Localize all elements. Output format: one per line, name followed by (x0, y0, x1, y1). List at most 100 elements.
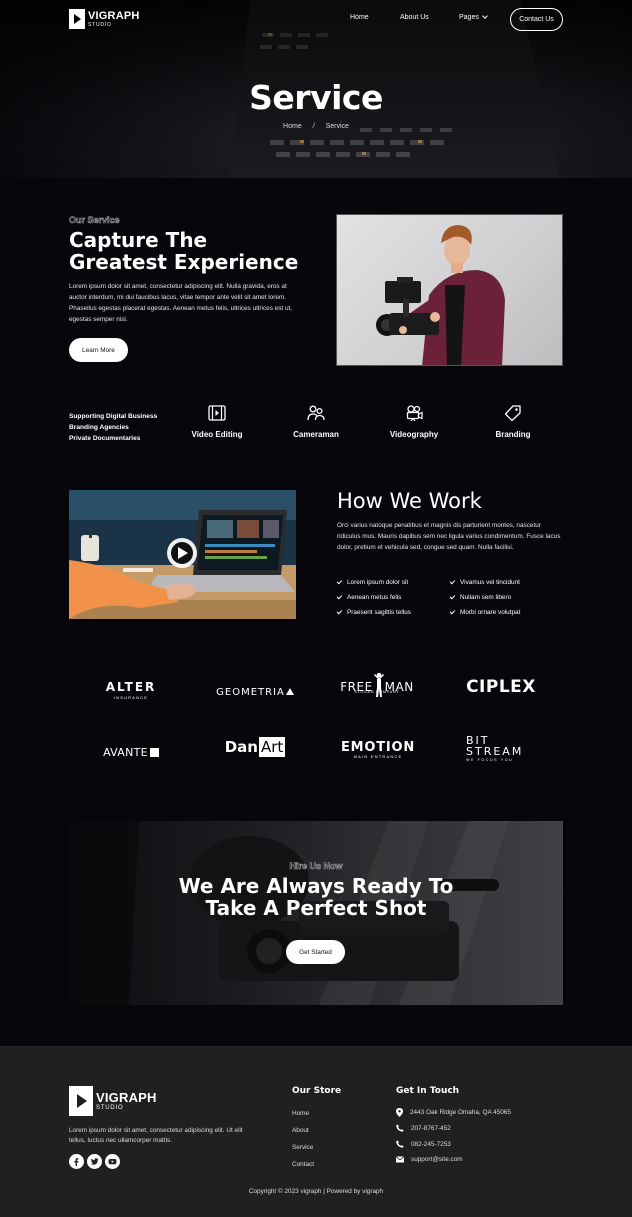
service-label: Branding (495, 430, 531, 439)
footer-description: Lorem ipsum dolor sit amet, consectetur … (69, 1127, 243, 1144)
cta-title-line1: We Are Always Ready To (178, 874, 454, 898)
service-video-editing[interactable]: Video Editing (177, 405, 257, 439)
youtube-icon[interactable] (105, 1154, 120, 1169)
client-logo-bitstream: BIT STREAM WE FOCUS YOU (466, 735, 538, 762)
film-play-icon (69, 1086, 93, 1116)
page-title: Service (249, 78, 383, 117)
service-label: Cameraman (293, 430, 339, 439)
checklist-item: Vivamus vel tincidunt (449, 578, 520, 586)
figure-icon (373, 672, 384, 697)
section-title: Capture The Greatest Experience (69, 229, 319, 273)
tag-icon (504, 405, 521, 421)
copyright-text: Copyright © 2023 vigraph | Powered by vi… (248, 1188, 384, 1195)
checklist-label: Praesent sagittis tellus (347, 609, 411, 616)
footer-link-about[interactable]: About (292, 1127, 309, 1134)
service-list-item: Private Documentaries (69, 435, 141, 442)
service-videography[interactable]: Videography (374, 405, 454, 439)
client-logo-ciplex: CIPLEX (462, 677, 540, 697)
video-camera-icon (406, 405, 423, 421)
client-logo-emotion: EMOTION MAIN ENTRANCE (334, 740, 422, 759)
site-footer: VIGRAPH STUDIO Lorem ipsum dolor sit ame… (0, 1046, 632, 1217)
service-list: Supporting Digital Business Branding Age… (69, 411, 157, 444)
check-icon (449, 608, 456, 615)
service-label: Videography (389, 430, 439, 439)
nav-pages[interactable]: Pages (459, 13, 488, 21)
facebook-icon[interactable] (69, 1154, 84, 1169)
client-logo-danart: Dan Art (222, 737, 288, 757)
brand-logo[interactable]: VIGRAPH STUDIO (69, 9, 140, 29)
phone-text: 082-245-7253 (411, 1140, 451, 1148)
client-sub: WE FOCUS YOU (466, 758, 514, 762)
film-play-icon (69, 9, 85, 29)
cameraman-photo (336, 214, 563, 366)
service-branding[interactable]: Branding (473, 405, 553, 439)
mobile-phone-icon (396, 1140, 404, 1148)
cta-title: We Are Always Ready To Take A Perfect Sh… (69, 875, 563, 919)
brand-name: VIGRAPH (96, 1090, 157, 1105)
editing-video-photo (69, 490, 296, 619)
client-logo-geometria: GEOMETRIA (212, 682, 298, 700)
service-label: Video Editing (191, 430, 243, 439)
about-paragraph: Lorem ipsum dolor sit amet, consectetur … (69, 283, 293, 323)
address-text: 2443 Oak Ridge Omaha, QA 45065 (410, 1109, 511, 1116)
client-name: ALTER (105, 680, 157, 694)
client-name: CIPLEX (466, 677, 536, 697)
service-list-item: Supporting Digital Business (69, 413, 158, 420)
contact-us-button[interactable]: Contact Us (510, 8, 563, 31)
contact-phone-2[interactable]: 082-245-7253 (396, 1140, 451, 1148)
client-name-left: Dan (224, 738, 258, 756)
footer-link-home[interactable]: Home (292, 1110, 309, 1117)
chevron-down-icon (482, 13, 488, 19)
client-logo-avante: AVANTE (92, 743, 170, 761)
service-cameraman[interactable]: Cameraman (276, 405, 356, 439)
footer-brand-logo[interactable]: VIGRAPH STUDIO (69, 1086, 157, 1116)
brand-tagline: STUDIO (88, 21, 112, 28)
checklist-label: Lorem ipsum dolor sit (347, 579, 409, 586)
triangle-icon (285, 688, 294, 695)
section-eyebrow: Our Service (69, 215, 120, 226)
check-icon (336, 578, 343, 585)
checklist-label: Morbi ornare volutpat (460, 609, 521, 616)
checklist-label: Vivamus vel tincidunt (460, 579, 520, 586)
get-started-button[interactable]: Get Started (286, 940, 345, 964)
checklist-item: Nullam sem libero (449, 593, 512, 601)
client-logo-alter: ALTER INSURANCE (92, 680, 170, 700)
breadcrumb-separator: / (312, 123, 315, 130)
checklist-item: Morbi ornare volutpat (449, 608, 521, 616)
check-icon (336, 593, 343, 600)
contact-address: 2443 Oak Ridge Omaha, QA 45065 (396, 1108, 511, 1117)
people-icon (307, 405, 325, 421)
nav-pages-label: Pages (459, 14, 479, 21)
client-name: GEOMETRIA (216, 687, 285, 698)
hero-section: VIGRAPH STUDIO Home About Us Pages Conta… (0, 0, 632, 178)
phone-icon (396, 1124, 404, 1132)
checklist-label: Aenean metus felis (347, 594, 402, 601)
section-title-line1: Capture The (69, 228, 208, 252)
contact-phone-1[interactable]: 207-8767-452 (396, 1124, 451, 1132)
cta-title-line2: Take A Perfect Shot (205, 896, 427, 920)
nav-about[interactable]: About Us (400, 14, 429, 21)
social-links (69, 1154, 120, 1169)
breadcrumb-home[interactable]: Home (283, 123, 302, 130)
nav-home[interactable]: Home (350, 14, 369, 21)
contact-email[interactable]: support@site.com (396, 1156, 463, 1163)
footer-store-heading: Our Store (292, 1086, 342, 1096)
checklist-item: Lorem ipsum dolor sit (336, 578, 409, 586)
section-title-line2: Greatest Experience (69, 250, 299, 274)
check-icon (449, 578, 456, 585)
footer-link-contact[interactable]: Contact (292, 1161, 314, 1168)
breadcrumb: Home / Service (0, 123, 632, 130)
checklist-item: Aenean metus felis (336, 593, 402, 601)
client-name: AVANTE (103, 746, 148, 759)
learn-more-button[interactable]: Learn More (69, 338, 128, 362)
footer-link-service[interactable]: Service (292, 1144, 313, 1151)
checklist-item: Praesent sagittis tellus (336, 608, 411, 616)
checklist-label: Nullam sem libero (460, 594, 512, 601)
cta-eyebrow: Hire Us Now (289, 861, 343, 872)
envelope-icon (396, 1156, 404, 1163)
how-we-work-title: How We Work (337, 489, 482, 513)
map-pin-icon (396, 1108, 403, 1117)
email-text: support@site.com (411, 1156, 463, 1163)
brand-tagline: STUDIO (96, 1105, 124, 1111)
twitter-icon[interactable] (87, 1154, 102, 1169)
